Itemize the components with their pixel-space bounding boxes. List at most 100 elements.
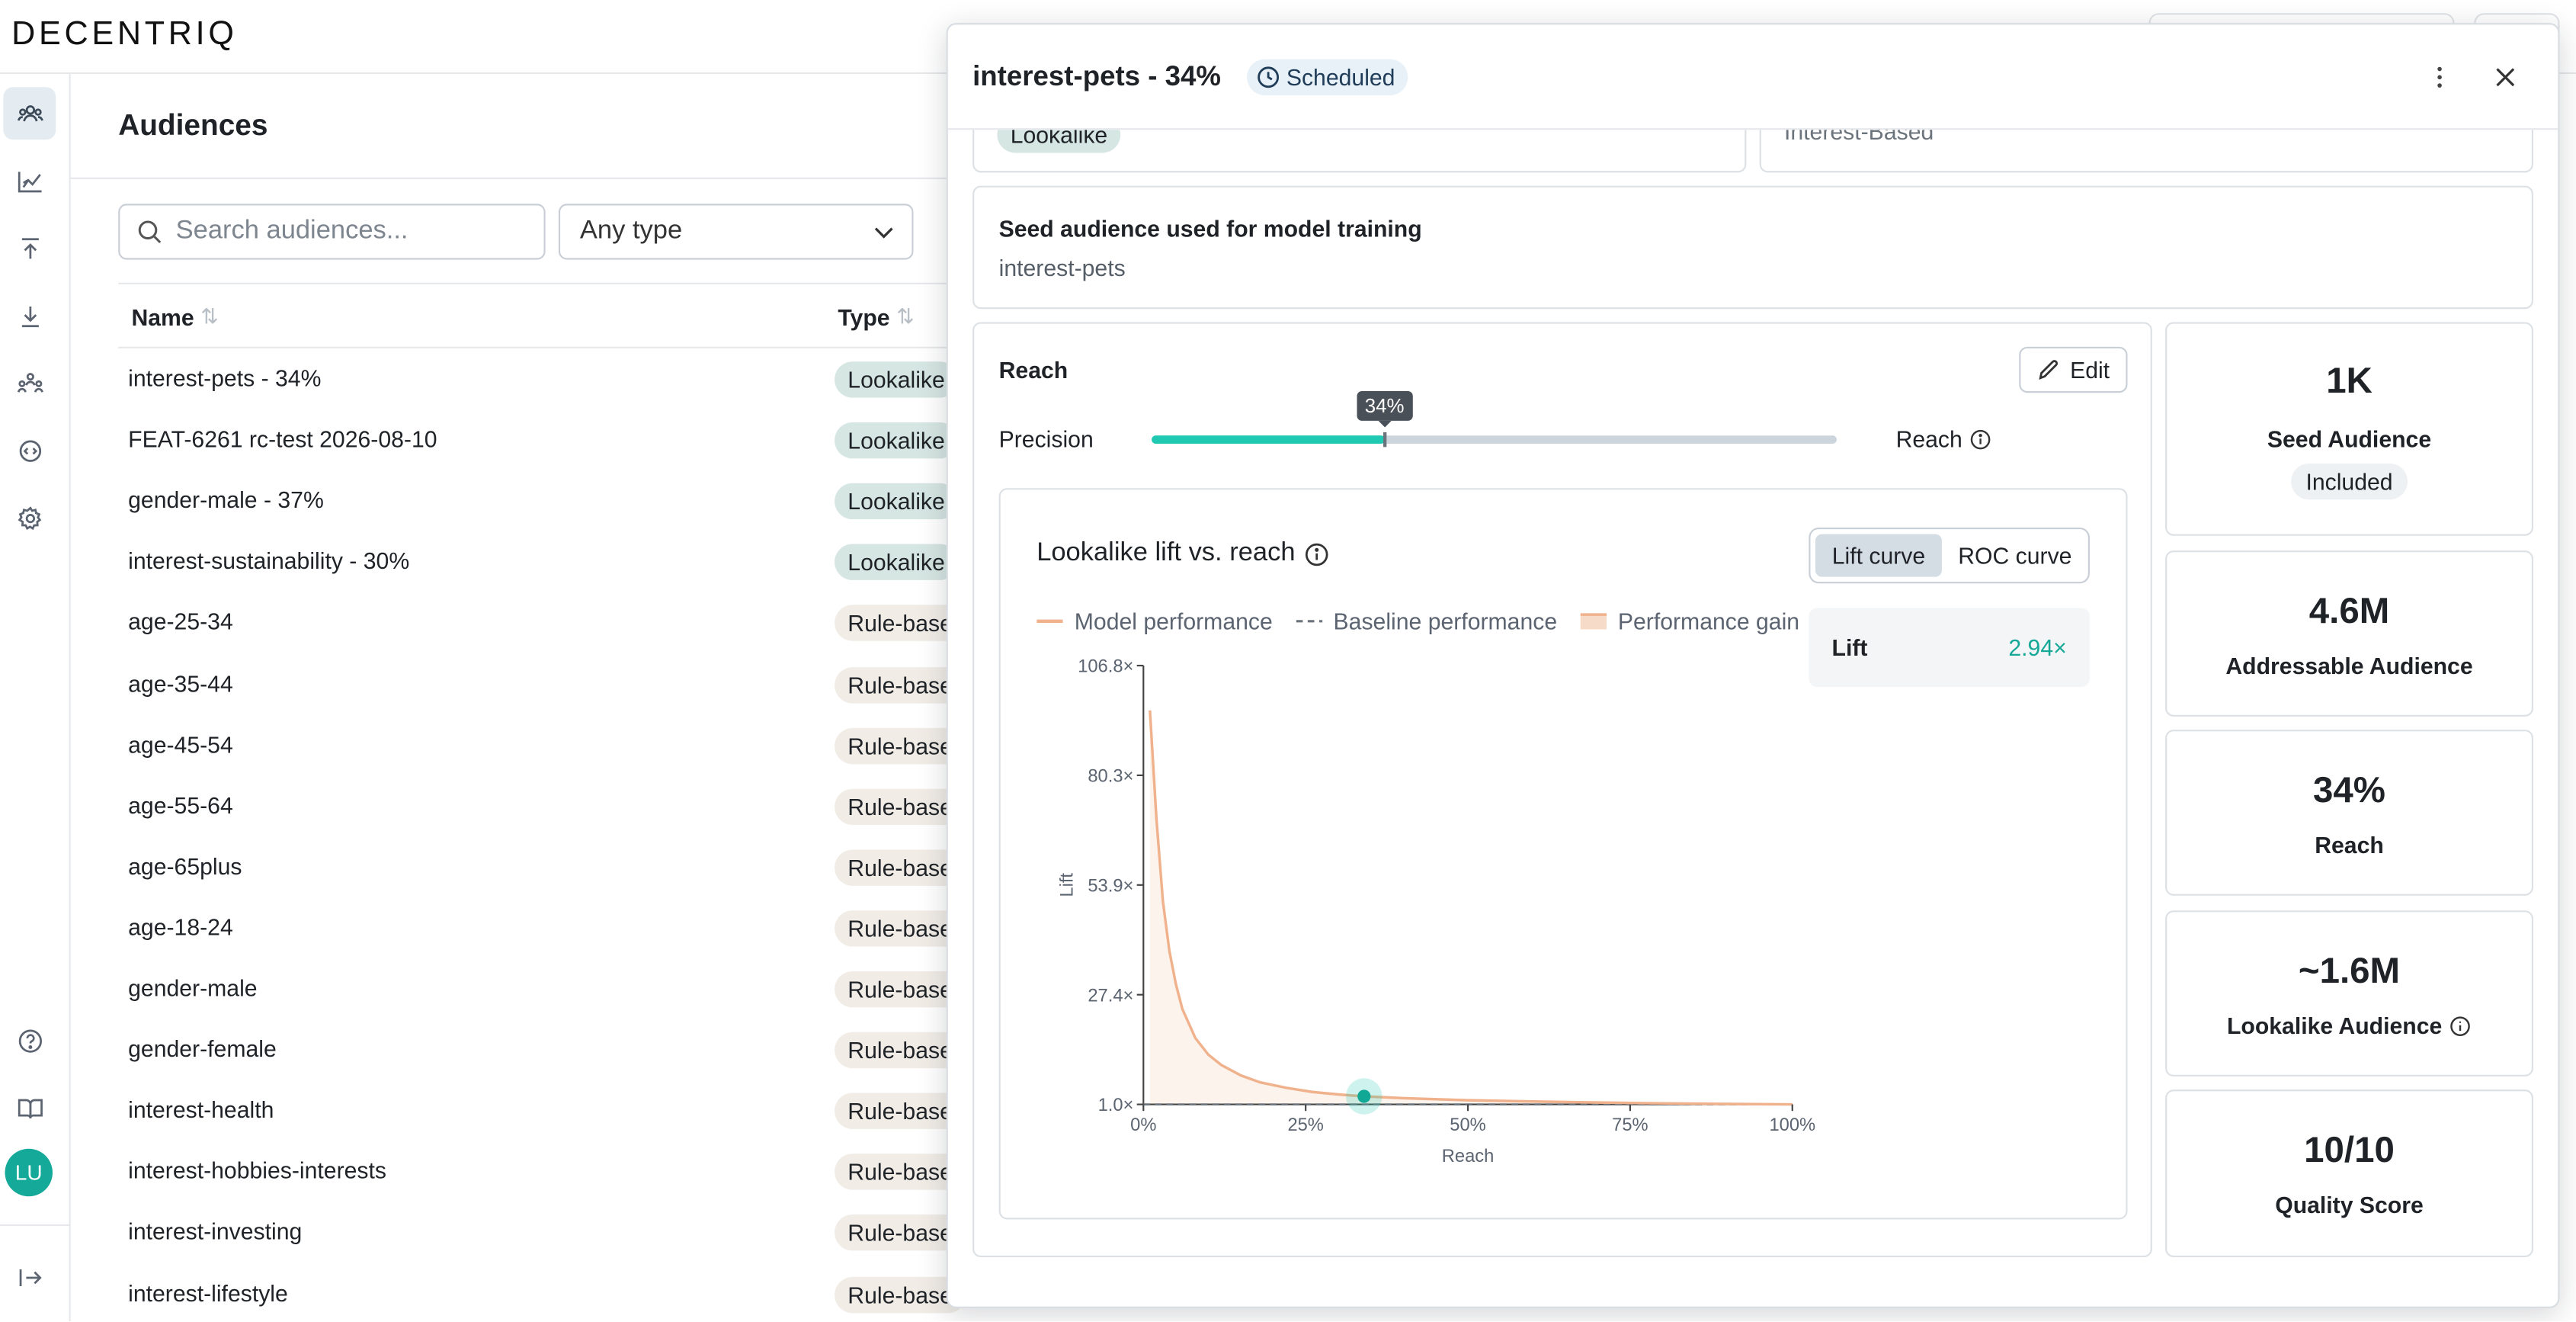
x-tick-label: 0%: [1130, 1115, 1156, 1135]
app-logo[interactable]: DECENTRIQ: [11, 17, 238, 55]
audience-name: gender-male: [128, 974, 258, 1001]
stat-label-row: Seed Audience: [2167, 425, 2532, 451]
edit-reach-button[interactable]: Edit: [2019, 346, 2128, 393]
table-row[interactable]: interest-sustainability - 30% Lookalike: [118, 531, 972, 592]
column-label: Type: [838, 303, 890, 331]
column-header-type[interactable]: Type ⇅: [838, 304, 914, 330]
table-row[interactable]: age-35-44 Rule-base: [118, 653, 972, 714]
code-gear-icon: [18, 439, 41, 461]
page-title: Audiences: [118, 108, 268, 142]
search-input[interactable]: [175, 217, 521, 247]
drawer-title: interest-pets - 34%: [972, 60, 1221, 92]
stat-value: ~1.6M: [2298, 949, 2401, 991]
team-icon: [16, 372, 43, 392]
lift-chart-card: Lookalike lift vs. reach Lift curve ROC …: [998, 488, 2129, 1221]
reach-end-text: Reach: [1895, 425, 1962, 452]
sidebar-divider: [0, 1224, 71, 1227]
table-row[interactable]: age-65plus Rule-base: [118, 836, 972, 897]
sort-icon[interactable]: ⇅: [896, 304, 915, 330]
info-icon[interactable]: [2450, 1015, 2472, 1036]
x-tick-label: 25%: [1287, 1115, 1323, 1135]
column-header-name[interactable]: Name ⇅: [131, 304, 218, 330]
stat-value: 1K: [2326, 360, 2373, 401]
audience-name: FEAT-6261 rc-test 2026-08-10: [128, 425, 437, 452]
table-row[interactable]: age-45-54 Rule-base: [118, 714, 972, 775]
table-row[interactable]: age-55-64 Rule-base: [118, 775, 972, 836]
stat-label: Seed Audience: [2267, 425, 2432, 452]
info-icon[interactable]: [1971, 428, 1992, 450]
user-avatar[interactable]: LU: [5, 1148, 53, 1197]
stat-value: 34%: [2313, 768, 2385, 810]
sidebar-item-settings[interactable]: [3, 492, 56, 544]
stat-label: Reach: [2315, 831, 2384, 858]
sidebar-item-developer[interactable]: [3, 424, 56, 476]
x-tick-label: 75%: [1612, 1115, 1648, 1135]
audience-name: age-35-44: [128, 669, 233, 696]
lift-chart-plot[interactable]: 1.0× 27.4× 53.9× 80.3× 106.8× 0% 25% 50% 75% 100%…: [1001, 489, 2129, 1221]
reach-card: Reach Edit Precision 34% Reach Lookalike…: [972, 322, 2152, 1258]
x-axis-label: Reach: [1442, 1147, 1495, 1166]
sidebar-item-downloads[interactable]: [3, 289, 56, 342]
table-row[interactable]: gender-male - 37% Lookalike: [118, 470, 972, 531]
upload-icon: [21, 237, 38, 258]
stat-label: Addressable Audience: [2225, 652, 2473, 679]
table-row[interactable]: interest-lifestyle Rule-base: [118, 1263, 972, 1322]
sidebar-item-insights[interactable]: [3, 155, 56, 207]
table-row[interactable]: interest-health Rule-base: [118, 1080, 972, 1141]
audience-type-badge: Lookalike: [835, 361, 959, 398]
pencil-icon: [2039, 360, 2059, 380]
sidebar-item-organization[interactable]: [3, 357, 56, 409]
more-vertical-icon: [2437, 66, 2442, 88]
search-box[interactable]: [118, 204, 546, 260]
table-row[interactable]: interest-investing Rule-base: [118, 1202, 972, 1263]
audience-type-badge: Lookalike: [835, 422, 959, 459]
book-icon: [17, 1098, 42, 1118]
reach-end-label: Reach: [1895, 425, 1992, 452]
sidebar-item-audiences[interactable]: [3, 87, 56, 140]
more-menu-button[interactable]: [2420, 57, 2459, 97]
download-icon: [21, 306, 38, 327]
table-row[interactable]: age-18-24 Rule-base: [118, 897, 972, 958]
status-label: Scheduled: [1286, 64, 1395, 91]
sidebar-collapse-button[interactable]: [3, 1250, 56, 1303]
table-row[interactable]: FEAT-6261 rc-test 2026-08-10 Lookalike: [118, 409, 972, 470]
reach-slider-handle[interactable]: [1383, 432, 1386, 448]
sidebar-item-docs[interactable]: [3, 1081, 56, 1134]
edit-label: Edit: [2070, 356, 2110, 383]
audience-type-badge: Lookalike: [835, 483, 959, 520]
help-icon: [18, 1028, 41, 1052]
reach-slider-fill: [1152, 435, 1385, 444]
y-axis-label: Lift: [1058, 873, 1078, 897]
y-tick-label: 1.0×: [1098, 1096, 1134, 1115]
stat-card: 10/10 Quality Score: [2165, 1089, 2533, 1258]
title-divider: [70, 177, 958, 179]
audience-name: age-65plus: [128, 852, 242, 879]
audience-detail-drawer: interest-pets - 34% Scheduled Lookalike …: [946, 23, 2560, 1308]
seed-audience-value: interest-pets: [998, 255, 1126, 281]
audience-name: interest-pets - 34%: [128, 364, 322, 392]
close-button[interactable]: [2485, 57, 2525, 97]
table-row[interactable]: gender-male Rule-base: [118, 958, 972, 1019]
audience-name: interest-hobbies-interests: [128, 1157, 386, 1184]
table-row[interactable]: interest-hobbies-interests Rule-base: [118, 1141, 972, 1202]
audience-name: age-18-24: [128, 913, 233, 940]
reach-value-tooltip: 34%: [1356, 391, 1413, 428]
audience-name: interest-sustainability - 30%: [128, 547, 410, 574]
table-row[interactable]: interest-pets - 34% Lookalike: [118, 348, 972, 409]
selected-point: [1357, 1089, 1371, 1103]
table-row[interactable]: gender-female Rule-base: [118, 1019, 972, 1080]
type-filter-select[interactable]: Any type: [558, 204, 914, 260]
reach-slider[interactable]: 34%: [1152, 391, 1837, 448]
expand-icon: [18, 1268, 41, 1285]
sidebar-item-publish[interactable]: [3, 222, 56, 274]
stat-pill: Included: [2291, 463, 2408, 500]
precision-label: Precision: [998, 425, 1094, 452]
y-tick-label: 106.8×: [1078, 657, 1133, 677]
audience-name: age-45-54: [128, 730, 233, 757]
sidebar-item-help[interactable]: [3, 1014, 56, 1067]
sort-icon[interactable]: ⇅: [200, 304, 219, 330]
clock-icon: [1258, 66, 1280, 88]
table-row[interactable]: age-25-34 Rule-base: [118, 592, 972, 653]
reach-section-title: Reach: [998, 356, 1069, 383]
x-tick-label: 50%: [1450, 1115, 1485, 1135]
